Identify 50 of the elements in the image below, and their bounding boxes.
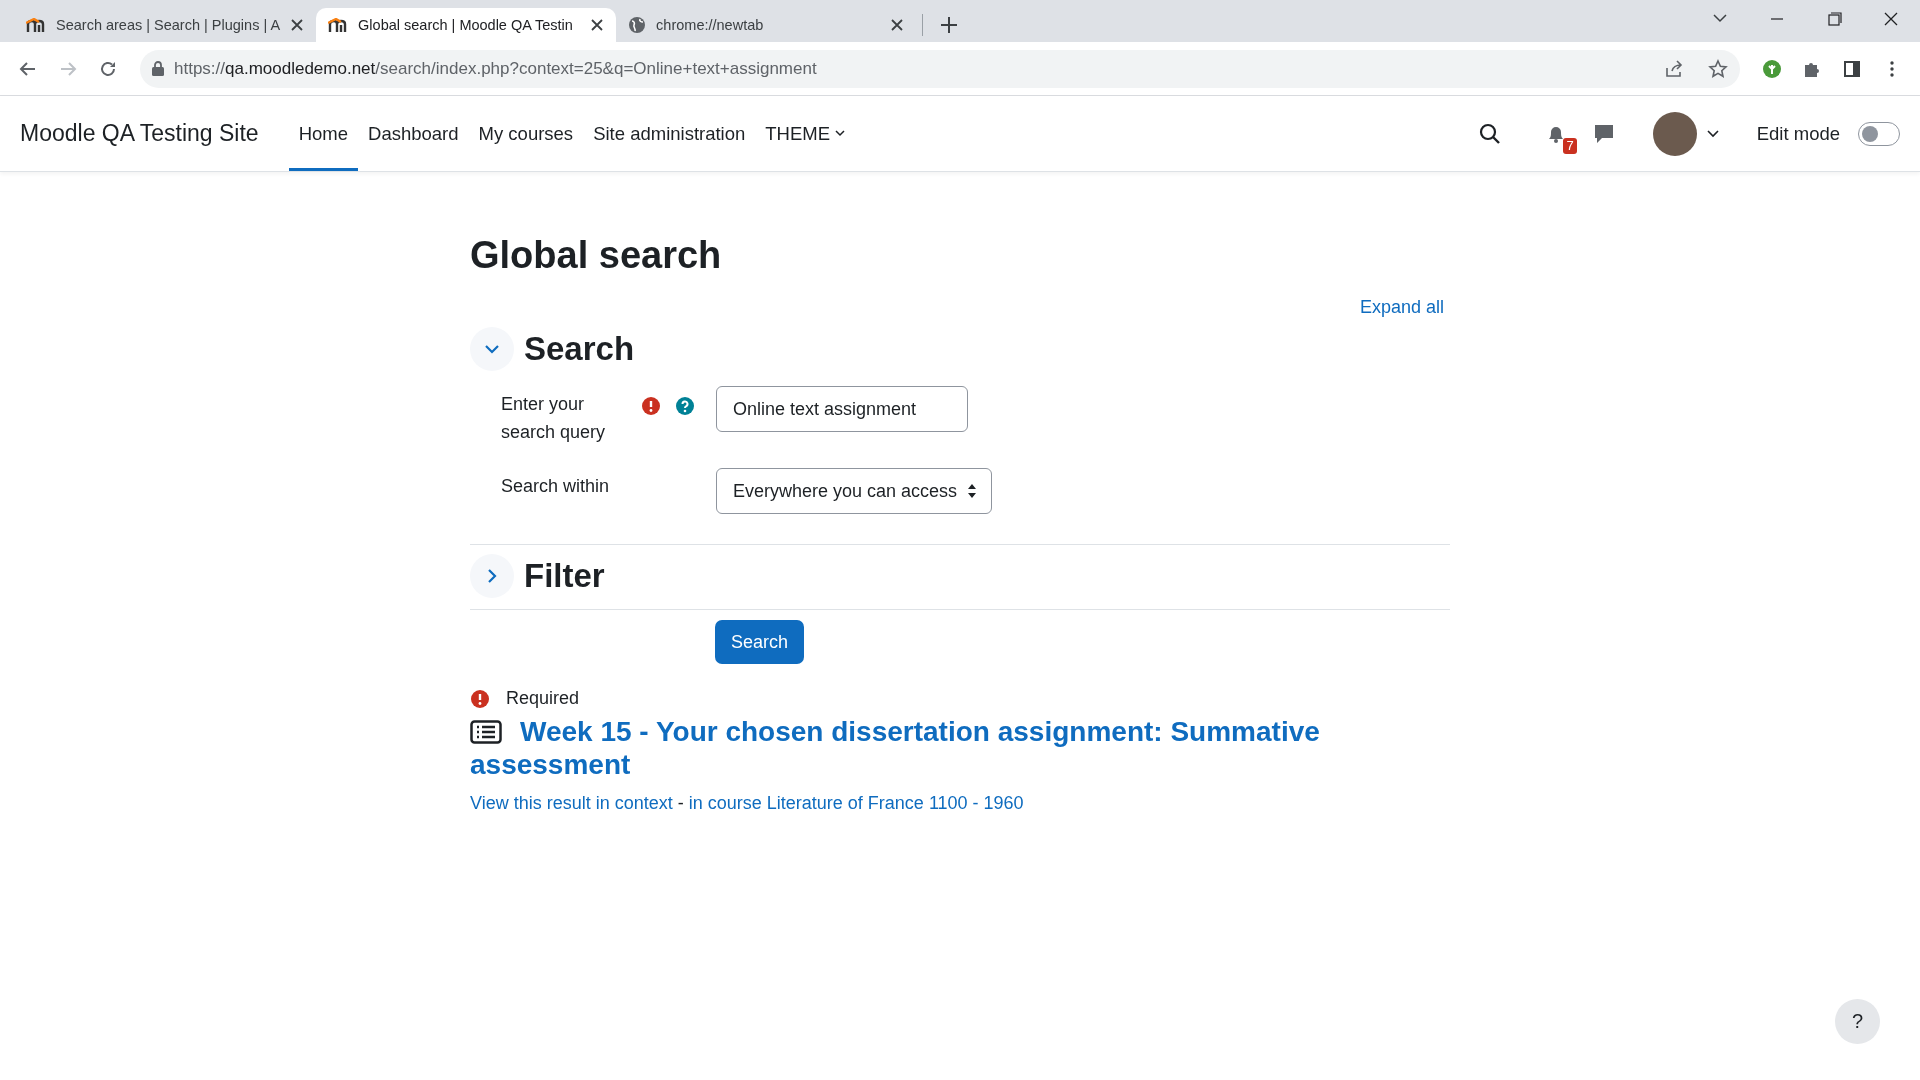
help-button[interactable]: ?	[1835, 999, 1880, 1044]
close-icon[interactable]	[890, 18, 905, 32]
required-note: Required	[506, 688, 580, 709]
search-button[interactable]: Search	[715, 620, 805, 664]
result-title-link[interactable]: Week 15 - Your chosen dissertation assignment: Summative assessment	[470, 715, 1450, 781]
separator: -	[676, 793, 685, 814]
browser-tab[interactable]: Search areas | Search | Plugins | A	[14, 8, 317, 42]
search-icon[interactable]	[1478, 122, 1501, 145]
field-label: Search within	[501, 475, 611, 498]
nav-link[interactable]: THEME	[755, 99, 856, 171]
close-icon[interactable]	[290, 18, 305, 32]
section-heading[interactable]: Search	[524, 330, 635, 368]
edit-mode-toggle[interactable]	[1858, 121, 1900, 146]
caret-icon[interactable]	[1706, 129, 1719, 138]
globe-icon	[628, 16, 647, 34]
section-heading[interactable]: Filter	[524, 557, 605, 595]
search-query-field[interactable]: Online text assignment	[716, 386, 968, 432]
collapse-toggle[interactable]	[470, 554, 514, 598]
site-name[interactable]: Moodle QA Testing Site	[20, 96, 259, 171]
course-link[interactable]: in course Literature of France 1100 - 1960	[688, 793, 1024, 814]
expand-all-link[interactable]: Expand all	[1359, 297, 1450, 318]
page-title: Global search	[470, 234, 723, 277]
nav-link[interactable]: Home	[288, 99, 359, 171]
moodle-logo-icon	[26, 18, 46, 32]
list-icon	[470, 720, 502, 744]
lock-icon	[152, 61, 164, 76]
chat-bubble-icon[interactable]	[1592, 122, 1615, 145]
extension-shield-icon[interactable]	[1762, 58, 1782, 79]
notification-count: 7	[1563, 137, 1577, 154]
required-icon	[470, 688, 490, 709]
edit-mode-label: Edit mode	[1756, 122, 1840, 145]
nav-link[interactable]: My courses	[468, 99, 584, 171]
search-within-select[interactable]: Everywhere you can access	[716, 468, 993, 514]
share-icon[interactable]	[1664, 58, 1684, 79]
updown-caret-icon	[967, 483, 978, 499]
side-panel-icon[interactable]	[1842, 58, 1862, 79]
nav-link[interactable]: Dashboard	[358, 99, 469, 171]
browser-tab[interactable]: Global search | Moodle QA Testin	[316, 8, 617, 42]
nav-link[interactable]: Site administration	[583, 99, 756, 171]
help-icon[interactable]	[675, 396, 695, 416]
star-icon[interactable]	[1708, 58, 1728, 79]
close-icon[interactable]	[590, 18, 605, 32]
collapse-toggle[interactable]	[470, 327, 514, 371]
result-context-link[interactable]: View this result in context	[470, 793, 673, 814]
address-bar[interactable]: https://qa.moodledemo.net/search/index.php?context=25&q=Online+text+assignment	[140, 49, 1740, 88]
field-label: Enter your search query	[501, 393, 607, 444]
caret-icon	[835, 130, 846, 137]
browser-tab[interactable]: chrome://newtab	[616, 8, 917, 42]
moodle-logo-icon	[328, 18, 349, 32]
new-tab-icon[interactable]	[939, 15, 960, 35]
